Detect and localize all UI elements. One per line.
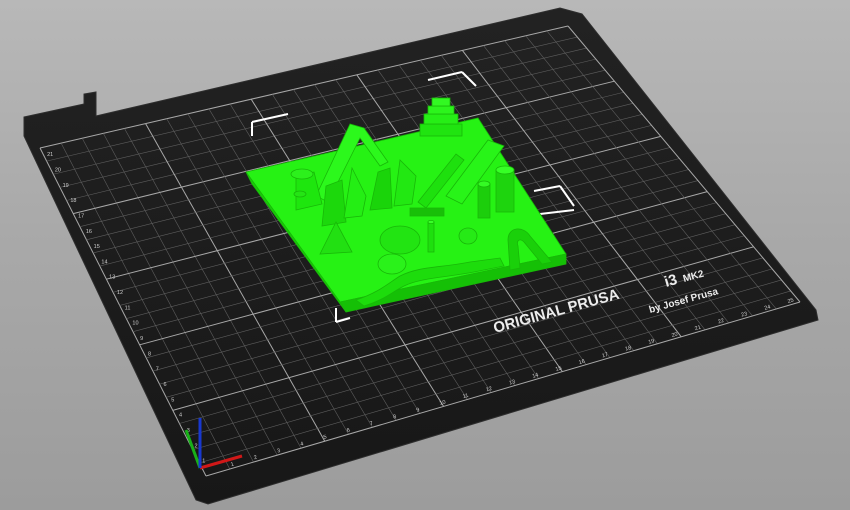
ruler-side-label: 17 bbox=[78, 213, 84, 219]
ruler-side-label: 12 bbox=[117, 290, 123, 296]
ruler-side-label: 2 bbox=[194, 443, 197, 449]
ruler-side-label: 9 bbox=[140, 336, 143, 342]
ruler-side-label: 18 bbox=[70, 198, 76, 204]
ruler-side-label: 11 bbox=[125, 305, 131, 311]
ruler-side-label: 13 bbox=[109, 275, 115, 281]
ruler-side-label: 16 bbox=[86, 229, 92, 235]
ruler-side-label: 6 bbox=[163, 382, 166, 388]
3d-viewport[interactable]: 1 2 3 4 5 6 7 8 9 10 11 12 13 14 15 16 17 18 19 20 21 22 23 24 2… bbox=[0, 0, 850, 510]
ruler-side-label: 20 bbox=[55, 167, 61, 173]
scene-canvas[interactable]: 1234567891011121314151617181920212223242… bbox=[0, 0, 850, 510]
ruler-side-label: 7 bbox=[156, 367, 159, 373]
ruler-side-label: 1 bbox=[202, 459, 205, 465]
ruler-side-label: 14 bbox=[101, 259, 107, 265]
ruler-side-label: 15 bbox=[94, 244, 100, 250]
ruler-side-label: 10 bbox=[132, 321, 138, 327]
ruler-side-label: 21 bbox=[47, 152, 53, 158]
ruler-side-label: 4 bbox=[179, 413, 182, 419]
ruler-side-label: 19 bbox=[63, 183, 69, 189]
ruler-side-label: 8 bbox=[148, 351, 151, 357]
ruler-side-label: 5 bbox=[171, 397, 174, 403]
